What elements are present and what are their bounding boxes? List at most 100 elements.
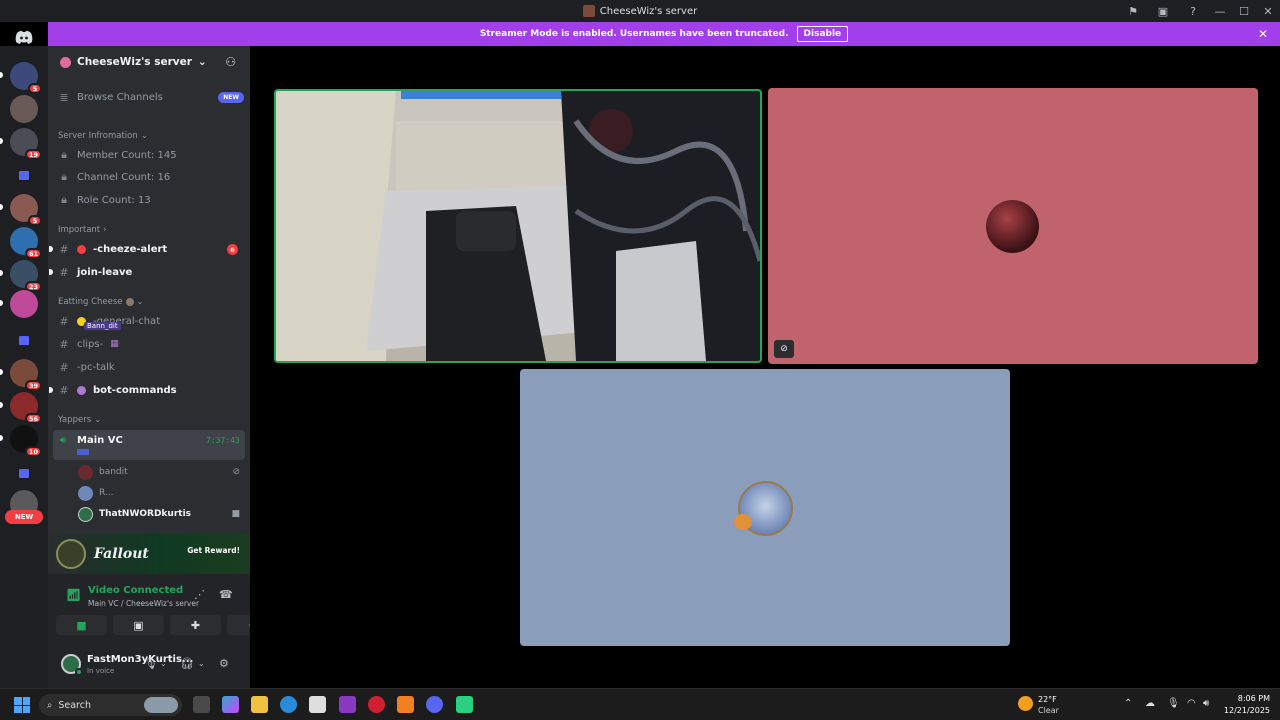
headphones-icon[interactable]: 🎧︎ xyxy=(180,657,194,670)
server-icon-2[interactable] xyxy=(10,95,38,123)
maximize-button[interactable]: ☐ xyxy=(1232,0,1256,22)
server-folder[interactable] xyxy=(10,161,38,189)
category-label: Eatting Cheese xyxy=(58,297,123,307)
category-eating-cheese[interactable]: Eatting Cheese ⌄ xyxy=(58,297,144,307)
browse-channels[interactable]: ≣ Browse Channels NEW xyxy=(58,87,244,107)
get-reward-button[interactable]: Get Reward! xyxy=(187,546,240,555)
start-button[interactable] xyxy=(14,697,30,713)
folder-icon xyxy=(19,335,29,345)
server-badge-icon xyxy=(60,56,71,68)
chevron-down-icon: ⌄ xyxy=(136,297,144,307)
onedrive-icon[interactable]: ☁ xyxy=(1145,698,1155,709)
server-icon-7[interactable] xyxy=(10,290,38,318)
server-icon-4[interactable]: 5 xyxy=(10,194,42,226)
unread-pill xyxy=(0,369,3,375)
server-icon-9[interactable]: 56 xyxy=(10,392,42,424)
purple-app-icon[interactable] xyxy=(339,696,356,713)
server-icon-10[interactable]: 10 xyxy=(10,425,42,457)
server-icon-5[interactable]: 61 xyxy=(10,227,42,259)
lock-icon: 🔒︎ xyxy=(61,193,67,206)
mic-tray-icon[interactable]: 🎙︎ xyxy=(1167,698,1180,709)
help-icon[interactable]: ? xyxy=(1178,0,1208,22)
user-panel: FastMon3yKurtis... In voice 🎙︎ ⌄ 🎧︎ ⌄ ⚙ xyxy=(48,648,250,688)
camera-button[interactable]: ■ xyxy=(56,615,107,635)
search-icon: ⌕ xyxy=(47,699,53,711)
wifi-icon[interactable]: ◠ xyxy=(1187,698,1196,709)
server-icon-8[interactable]: 39 xyxy=(10,359,42,391)
activity-icon xyxy=(77,449,89,455)
server-icon-1[interactable]: 5 xyxy=(10,62,42,94)
disconnect-icon[interactable]: ☎ xyxy=(219,588,233,601)
channel-join-leave[interactable]: # join-leave xyxy=(49,262,244,282)
close-window-button[interactable]: ✕ xyxy=(1256,0,1280,22)
voice-location[interactable]: Main VC / CheeseWiz's server xyxy=(88,599,199,608)
video-tile-user-2[interactable]: ⊘ xyxy=(768,88,1258,364)
taskbar-clock[interactable]: 8:06 PM 12/21/2025 xyxy=(1224,693,1270,717)
taskbar-search[interactable]: ⌕ Search xyxy=(39,694,182,716)
weather-temp: 22°F xyxy=(1038,695,1057,704)
microphone-icon[interactable]: 🎙︎ xyxy=(144,657,158,670)
video-tile-camera[interactable] xyxy=(274,89,762,363)
channel-bot-commands[interactable]: # bot-commands xyxy=(49,380,244,400)
task-view-icon[interactable] xyxy=(193,696,210,713)
server-list: 5 19 5 61 23 39 56 10 NEW xyxy=(0,46,48,688)
fallout-promo[interactable]: Fallout Get Reward! xyxy=(48,534,250,574)
lock-icon: 🔒︎ xyxy=(61,148,67,161)
screen-share-icon: ▣ xyxy=(133,618,144,632)
server-folder[interactable] xyxy=(10,459,38,487)
flag-icon[interactable]: ⚑ xyxy=(1118,0,1148,22)
server-icon xyxy=(582,5,595,17)
camera-feed xyxy=(276,91,760,361)
weather-widget[interactable]: 22°F Clear xyxy=(1018,693,1088,717)
category-label: Important xyxy=(58,225,101,235)
server-folder[interactable] xyxy=(10,326,38,354)
channel-channel-count[interactable]: 🔒︎ Channel Count: 16 xyxy=(58,167,244,187)
server-header[interactable]: CheeseWiz's server ⌄ ⚇ xyxy=(48,46,250,78)
store-icon[interactable] xyxy=(309,696,326,713)
chevron-up-icon[interactable]: ⌃ xyxy=(1124,698,1132,709)
category-yappers[interactable]: Yappers ⌄ xyxy=(58,415,101,425)
green-app-icon[interactable] xyxy=(456,696,473,713)
file-explorer-icon[interactable] xyxy=(251,696,268,713)
signal-icon[interactable]: 📶︎ xyxy=(66,588,81,602)
channel-member-count[interactable]: 🔒︎ Member Count: 145 xyxy=(58,145,244,165)
voice-user[interactable]: ThatNWORDkurtis ■ xyxy=(78,504,248,524)
copilot-icon[interactable] xyxy=(222,696,239,713)
channel-role-count[interactable]: 🔒︎ Role Count: 13 xyxy=(58,190,244,210)
edge-icon[interactable] xyxy=(280,696,297,713)
settings-gear-icon[interactable]: ⚙ xyxy=(219,657,229,670)
channel-general-chat[interactable]: # -general-chat Bann_dit xyxy=(58,311,244,331)
screen-share-button[interactable]: ▣ xyxy=(113,615,164,635)
server-icon-6[interactable]: 23 xyxy=(10,260,42,292)
channel-cheeze-alert[interactable]: # -cheeze-alert 6 xyxy=(49,239,244,259)
red-app-icon[interactable] xyxy=(368,696,385,713)
new-tag: NEW xyxy=(218,92,244,103)
volume-icon[interactable]: 🔊︎ xyxy=(1203,698,1209,709)
video-tile-user-3[interactable] xyxy=(520,369,1010,646)
category-emoji-icon xyxy=(125,298,134,306)
mention-badge: 5 xyxy=(28,83,42,94)
channel-pc-talk[interactable]: # -pc-talk xyxy=(58,357,244,377)
server-icon-3[interactable]: 19 xyxy=(10,128,42,160)
voice-user[interactable]: R... xyxy=(78,483,248,503)
discord-taskbar-icon[interactable] xyxy=(426,696,443,713)
orange-app-icon[interactable] xyxy=(397,696,414,713)
noise-suppression-icon[interactable]: ⋰ xyxy=(194,588,205,601)
inbox-icon[interactable]: ▣ xyxy=(1148,0,1178,22)
disable-streamer-button[interactable]: Disable xyxy=(796,26,849,42)
user-name[interactable]: FastMon3yKurtis... xyxy=(87,654,193,665)
discord-home-button[interactable] xyxy=(10,27,38,47)
activities-button[interactable]: ✚ xyxy=(170,615,221,635)
minimize-button[interactable]: — xyxy=(1208,0,1232,22)
invite-people-icon[interactable]: ⚇ xyxy=(225,55,236,69)
voice-user[interactable]: bandit ⊘ xyxy=(78,462,248,482)
chevron-down-icon[interactable]: ⌄ xyxy=(160,659,167,668)
category-server-info[interactable]: Server Infromation ⌄ xyxy=(58,131,148,141)
close-banner-icon[interactable]: ✕ xyxy=(1258,27,1268,41)
channel-clips[interactable]: # clips- ▦ xyxy=(58,334,244,354)
category-important[interactable]: Important › xyxy=(58,225,107,235)
weather-moon-icon xyxy=(1018,696,1033,711)
voice-user-name: bandit xyxy=(99,467,128,477)
mention-badge: 19 xyxy=(24,149,42,160)
chevron-down-icon[interactable]: ⌄ xyxy=(198,659,205,668)
